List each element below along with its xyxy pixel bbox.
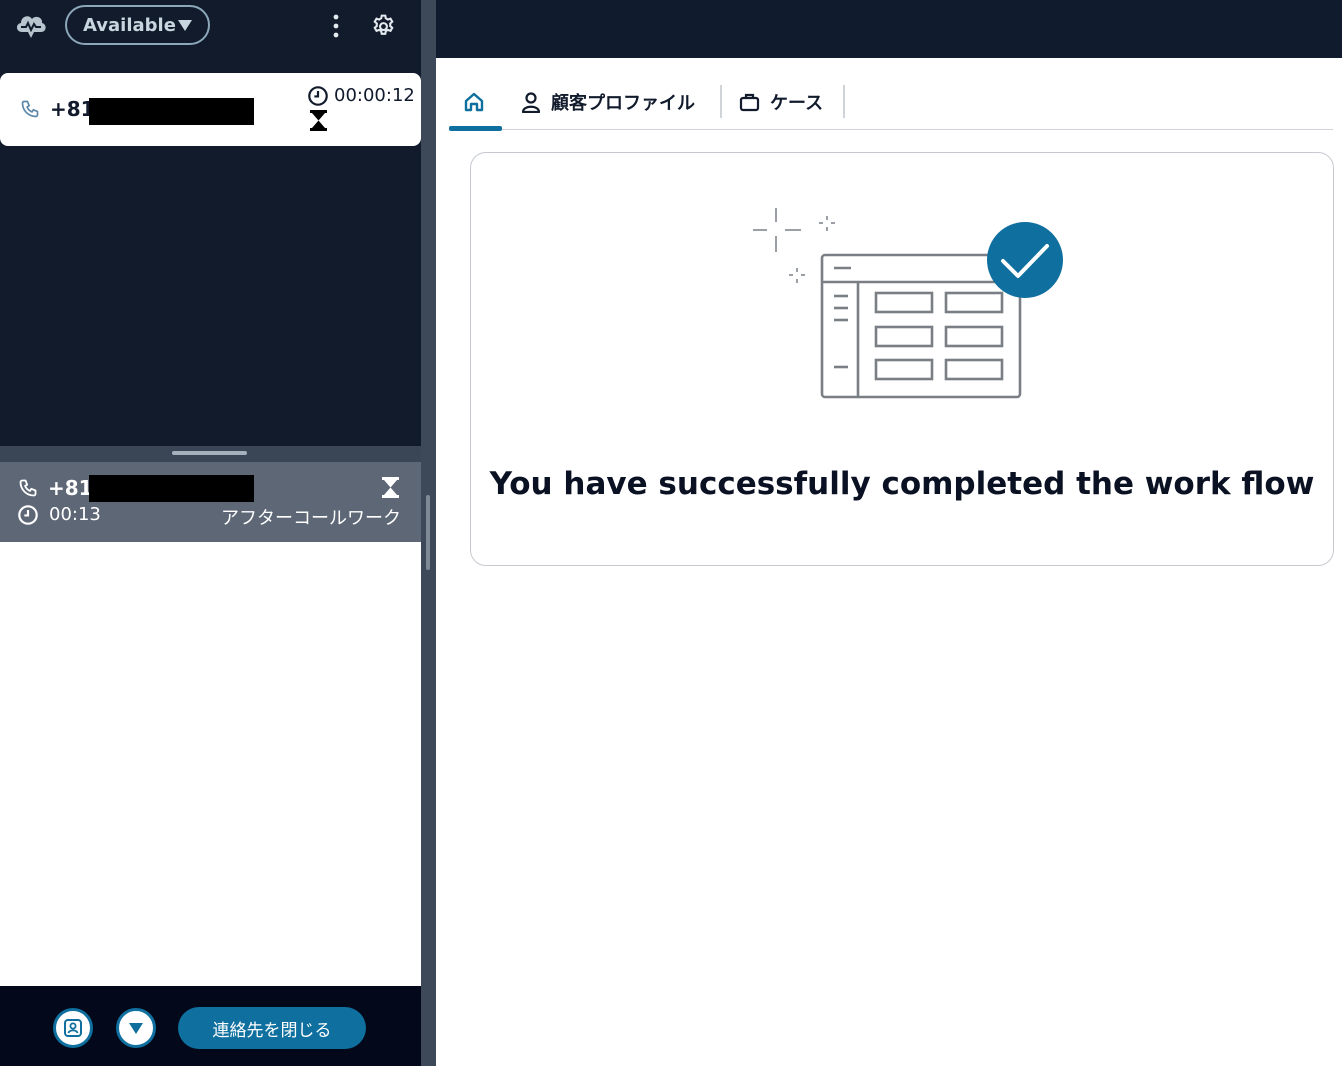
tab-cases[interactable]: ケース [739,86,823,118]
ccp-topbar: Available [0,0,421,52]
acw-state-label: アフターコールワーク [221,508,401,529]
tab-separator [843,85,845,118]
close-contact-button[interactable]: 連絡先を閉じる [178,1007,366,1049]
person-icon [521,92,541,113]
app: Available +81 00:00:12 +81 00:13 アフターコール… [0,0,1342,1066]
active-tab-indicator [449,126,502,131]
contact-control-panel: Available +81 00:00:12 +81 00:13 アフターコール… [0,0,421,1066]
active-contact-card[interactable]: +81 00:00:12 [0,73,421,146]
hourglass-icon [382,477,399,498]
quick-connects-button[interactable] [53,1008,93,1048]
acw-contact-row[interactable]: +81 00:13 アフターコールワーク [0,462,421,542]
tab-bar-rule [449,129,1333,130]
contact-phone-number: +81 [50,97,95,121]
home-icon [464,92,484,112]
redacted-number [89,98,254,125]
phone-icon [21,100,39,118]
acw-phone-number: +81 [48,476,93,500]
phone-icon [19,479,37,497]
briefcase-icon [739,93,760,112]
caret-down-icon [129,1023,143,1034]
divider-drag-handle[interactable] [172,451,247,455]
connect-logo-icon [16,16,46,38]
workflow-complete-illustration-icon [753,208,1063,399]
tab-label: 顧客プロファイル [551,93,695,114]
splitter-drag-handle[interactable] [426,495,430,570]
more-actions-button[interactable] [116,1008,156,1048]
contact-card-icon [64,1019,82,1037]
agent-status-label: Available [83,14,176,36]
completion-card [470,152,1334,566]
hourglass-icon [310,110,327,131]
clock-icon [18,505,38,525]
redacted-number [89,475,254,502]
agent-status-dropdown[interactable]: Available [65,5,210,45]
acw-timer: 00:13 [49,504,101,525]
contact-detail-area [0,542,421,986]
contact-timer: 00:00:12 [334,85,415,106]
tab-customer-profile[interactable]: 顧客プロファイル [521,86,695,118]
completion-message: You have successfully completed the work… [489,466,1315,502]
workspace-header [436,0,1342,58]
more-options-icon[interactable] [328,13,344,39]
caret-down-icon [178,20,192,31]
clock-icon [308,86,328,106]
tab-label: ケース [770,93,824,114]
tab-home[interactable] [463,86,489,118]
tab-separator [720,85,722,118]
settings-gear-icon[interactable] [371,13,396,38]
